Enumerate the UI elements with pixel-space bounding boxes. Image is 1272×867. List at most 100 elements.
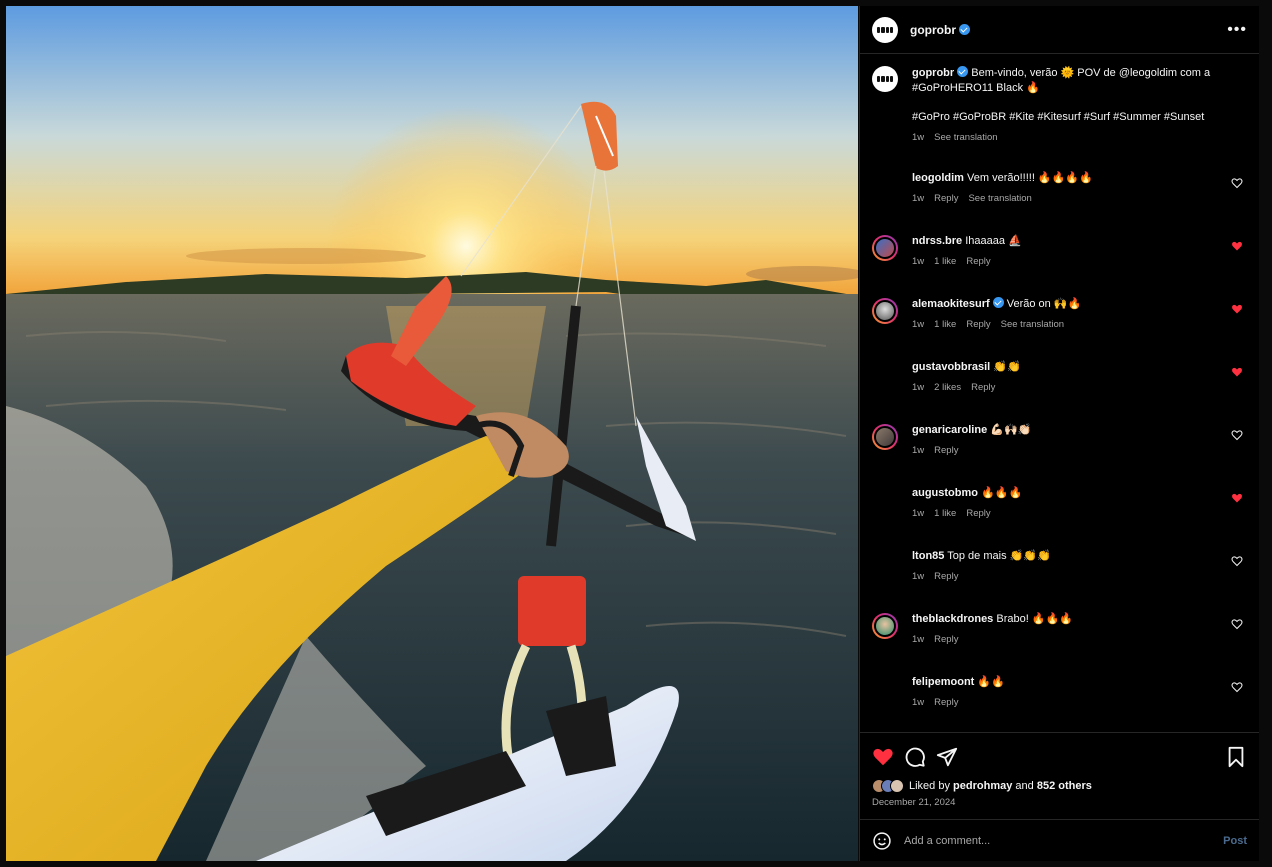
caption-hashtags[interactable]: #GoPro #GoProBR #Kite #Kitesurf #Surf #S… bbox=[912, 110, 1242, 125]
comment-item: gustavobbrasil 👏👏 1w 2 likes Reply bbox=[860, 360, 1259, 413]
comment-likes[interactable]: 1 like bbox=[934, 506, 956, 521]
heart-outline-icon[interactable] bbox=[1231, 429, 1243, 441]
gopro-logo-icon bbox=[877, 76, 893, 82]
heart-outline-icon[interactable] bbox=[1231, 177, 1243, 189]
comment-username[interactable]: genaricaroline bbox=[912, 424, 987, 436]
comment-text: Brabo! 🔥🔥🔥 bbox=[996, 613, 1073, 625]
comment-text: Verão on 🙌🔥 bbox=[1006, 298, 1082, 310]
caption-avatar[interactable] bbox=[872, 66, 898, 92]
reply-button[interactable]: Reply bbox=[934, 191, 958, 206]
comment-text: Top de mais 👏👏👏 bbox=[947, 550, 1051, 562]
reply-button[interactable]: Reply bbox=[934, 695, 958, 710]
add-comment-input[interactable] bbox=[904, 834, 1224, 847]
smiley-icon[interactable] bbox=[872, 831, 892, 851]
comment-likes[interactable]: 2 likes bbox=[934, 380, 961, 395]
comment-username[interactable]: leogoldim bbox=[912, 172, 964, 184]
comment-username[interactable]: ndrss.bre bbox=[912, 235, 962, 247]
post-comment-button[interactable]: Post bbox=[1223, 835, 1247, 847]
comment-username[interactable]: augustobmo bbox=[912, 487, 978, 499]
author-username[interactable]: goprobr bbox=[910, 23, 970, 37]
post-header: goprobr ••• bbox=[860, 6, 1259, 54]
comment-username[interactable]: felipemoont bbox=[912, 676, 974, 688]
commenter-avatar[interactable] bbox=[872, 550, 898, 576]
reply-button[interactable]: Reply bbox=[966, 317, 990, 332]
comment-likes[interactable]: 1 like bbox=[934, 254, 956, 269]
reply-button[interactable]: Reply bbox=[934, 443, 958, 458]
commenter-avatar-story-ring[interactable] bbox=[872, 424, 898, 450]
heart-filled-icon[interactable] bbox=[1231, 492, 1243, 504]
see-translation-link[interactable]: See translation bbox=[934, 130, 997, 145]
verified-badge-icon bbox=[992, 297, 1004, 308]
caption-username[interactable]: goprobr bbox=[912, 67, 954, 79]
commenter-avatar-story-ring[interactable] bbox=[872, 235, 898, 261]
comment-time: 1w bbox=[912, 382, 925, 393]
liked-by-prefix: Liked by bbox=[909, 780, 950, 792]
commenter-avatar-story-ring[interactable] bbox=[872, 298, 898, 324]
kitesurf-pov-photo bbox=[6, 6, 858, 861]
post-caption: goprobr Bem-vindo, verão 🌞 POV de @leogo… bbox=[860, 66, 1259, 149]
comment-text: 🔥🔥🔥 bbox=[981, 487, 1023, 499]
comment-time: 1w bbox=[912, 571, 925, 582]
heart-outline-icon[interactable] bbox=[1231, 681, 1243, 693]
comment-time: 1w bbox=[912, 508, 925, 519]
heart-filled-icon[interactable] bbox=[1231, 240, 1243, 252]
comment-text: 👏👏 bbox=[993, 361, 1021, 373]
comment-time: 1w bbox=[912, 634, 925, 645]
see-translation-link[interactable]: See translation bbox=[968, 191, 1031, 206]
see-translation-link[interactable]: See translation bbox=[1001, 317, 1064, 332]
caption-time: 1w bbox=[912, 132, 925, 143]
heart-outline-icon[interactable] bbox=[1231, 618, 1243, 630]
verified-badge-icon bbox=[959, 23, 970, 35]
comment-time: 1w bbox=[912, 697, 925, 708]
heart-filled-icon[interactable] bbox=[1231, 366, 1243, 378]
verified-badge-icon bbox=[957, 66, 969, 77]
comment-time: 1w bbox=[912, 445, 925, 456]
reply-button[interactable]: Reply bbox=[971, 380, 995, 395]
reply-button[interactable]: Reply bbox=[966, 506, 990, 521]
add-comment-bar: Post bbox=[860, 819, 1259, 861]
comment-username[interactable]: alemaokitesurf bbox=[912, 298, 990, 310]
comment-username[interactable]: gustavobbrasil bbox=[912, 361, 990, 373]
comments-list[interactable]: goprobr Bem-vindo, verão 🌞 POV de @leogo… bbox=[860, 54, 1259, 732]
heart-outline-icon[interactable] bbox=[1231, 555, 1243, 567]
comment-text: Vem verão!!!!! 🔥🔥🔥🔥 bbox=[967, 172, 1093, 184]
commenter-avatar-story-ring[interactable] bbox=[872, 613, 898, 639]
reply-button[interactable]: Reply bbox=[934, 632, 958, 647]
post-actions: Liked by pedrohmay and 852 others Decemb… bbox=[860, 732, 1259, 861]
gopro-logo-icon bbox=[877, 26, 893, 33]
heart-filled-icon[interactable] bbox=[1231, 303, 1243, 315]
comment-likes[interactable]: 1 like bbox=[934, 317, 956, 332]
comment-item: lton85 Top de mais 👏👏👏 1w Reply bbox=[860, 549, 1259, 602]
post-date: December 21, 2024 bbox=[872, 797, 956, 808]
post-media-image[interactable] bbox=[6, 6, 858, 861]
more-options-icon[interactable]: ••• bbox=[1227, 21, 1247, 39]
comment-bubble-icon[interactable] bbox=[904, 746, 926, 768]
author-username-text[interactable]: goprobr bbox=[910, 23, 956, 37]
share-send-icon[interactable] bbox=[936, 746, 958, 768]
liked-by-and: and bbox=[1015, 780, 1034, 792]
commenter-avatar[interactable] bbox=[872, 487, 898, 513]
comment-item: leogoldim Vem verão!!!!! 🔥🔥🔥🔥 1w Reply S… bbox=[860, 171, 1259, 224]
commenter-avatar[interactable] bbox=[872, 172, 898, 198]
comment-item: felipemoont 🔥🔥 1w Reply bbox=[860, 675, 1259, 728]
commenter-avatar[interactable] bbox=[872, 676, 898, 702]
comment-username[interactable]: lton85 bbox=[912, 550, 944, 562]
like-heart-filled-icon[interactable] bbox=[872, 746, 894, 768]
likes-summary: Liked by pedrohmay and 852 others bbox=[860, 771, 1259, 793]
comment-username[interactable]: theblackdrones bbox=[912, 613, 993, 625]
comment-item: genaricaroline 💪🏻🙌🏻👏🏻 1w Reply bbox=[860, 423, 1259, 476]
liked-by-user[interactable]: pedrohmay bbox=[953, 780, 1012, 792]
comment-item: augustobmo 🔥🔥🔥 1w 1 like Reply bbox=[860, 486, 1259, 539]
liker-avatars[interactable] bbox=[872, 779, 904, 793]
author-avatar[interactable] bbox=[872, 16, 898, 43]
commenter-avatar[interactable] bbox=[872, 361, 898, 387]
comment-item: theblackdrones Brabo! 🔥🔥🔥 1w Reply bbox=[860, 612, 1259, 665]
comment-item: ndrss.bre Ihaaaaa ⛵ 1w 1 like Reply bbox=[860, 234, 1259, 287]
liked-by-others[interactable]: 852 others bbox=[1037, 780, 1092, 792]
comment-time: 1w bbox=[912, 319, 925, 330]
comment-text: 🔥🔥 bbox=[977, 676, 1005, 688]
reply-button[interactable]: Reply bbox=[934, 569, 958, 584]
bookmark-icon[interactable] bbox=[1225, 746, 1247, 768]
reply-button[interactable]: Reply bbox=[966, 254, 990, 269]
comment-text: Ihaaaaa ⛵ bbox=[965, 235, 1022, 247]
